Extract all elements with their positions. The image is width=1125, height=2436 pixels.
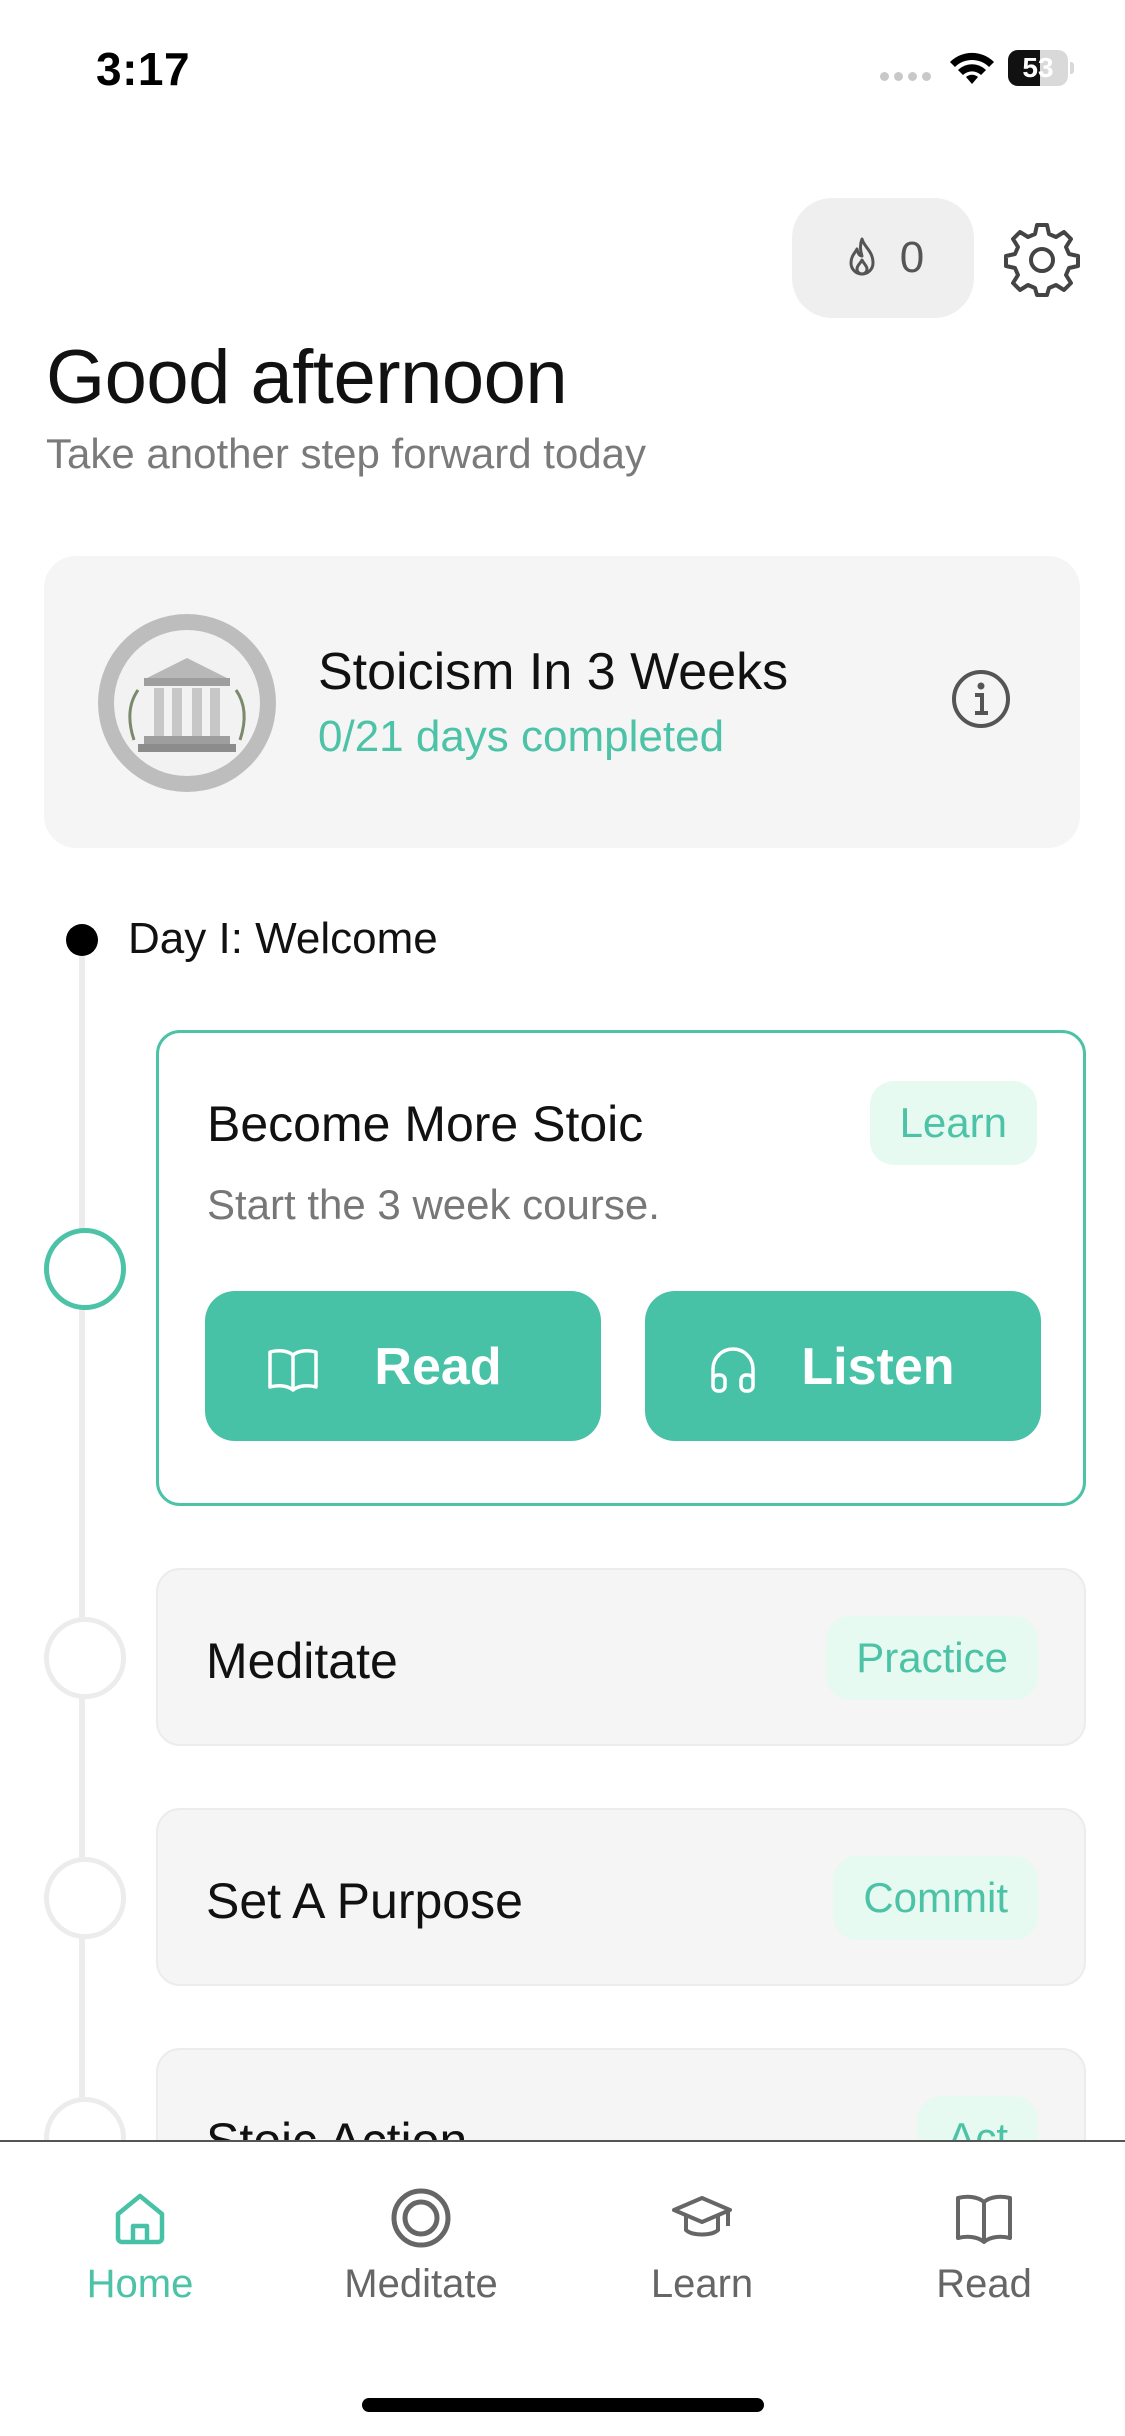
home-indicator	[362, 2398, 764, 2412]
tab-learn[interactable]: Learn	[602, 2186, 802, 2326]
task-status-circle[interactable]	[44, 1228, 126, 1310]
cellular-signal-icon	[880, 72, 934, 84]
timeline-line	[79, 940, 85, 2140]
streak-count: 0	[899, 233, 925, 282]
tab-label: Read	[936, 2262, 1032, 2306]
task-card-set-a-purpose[interactable]: Set A Purpose Commit	[156, 1808, 1086, 1986]
read-button[interactable]: Read	[205, 1291, 601, 1441]
tab-label: Learn	[650, 2262, 754, 2306]
task-card-meditate[interactable]: Meditate Practice	[156, 1568, 1086, 1746]
day-marker	[66, 924, 98, 956]
task-tag: Commit	[833, 1856, 1038, 1940]
tab-bar: Home Meditate Learn Read	[0, 2140, 1125, 2436]
course-card[interactable]: Stoicism In 3 Weeks 0/21 days completed	[44, 556, 1080, 848]
task-tag: Learn	[869, 1081, 1037, 1165]
status-time: 3:17	[96, 43, 191, 95]
task-title: Become More Stoic	[207, 1096, 644, 1152]
task-card-become-more-stoic[interactable]: Become More Stoic Learn Start the 3 week…	[156, 1030, 1086, 1506]
course-title: Stoicism In 3 Weeks	[318, 643, 789, 701]
task-status-circle[interactable]	[44, 1617, 126, 1699]
status-bar: 3:17 53	[0, 0, 1125, 140]
graduation-cap-icon	[672, 2196, 732, 2237]
task-title: Set A Purpose	[206, 1873, 523, 1929]
greeting-title: Good afternoon	[46, 335, 568, 420]
greek-temple-emblem	[98, 614, 276, 792]
book-open-icon	[956, 2194, 1012, 2244]
streak-button[interactable]: 0	[792, 198, 974, 318]
flame-icon	[849, 237, 875, 276]
day-label: Day I: Welcome	[128, 914, 438, 963]
course-progress: 0/21 days completed	[318, 712, 725, 761]
tab-meditate[interactable]: Meditate	[321, 2186, 521, 2326]
home-icon	[115, 2193, 165, 2245]
task-description: Start the 3 week course.	[207, 1181, 660, 1228]
task-title: Meditate	[206, 1633, 398, 1689]
read-button-label: Read	[374, 1338, 502, 1396]
tab-label: Home	[86, 2262, 194, 2306]
listen-button[interactable]: Listen	[645, 1291, 1041, 1441]
task-status-circle[interactable]	[44, 1857, 126, 1939]
tab-label: Meditate	[344, 2262, 498, 2306]
target-icon	[391, 2188, 451, 2248]
greeting-subtitle: Take another step forward today	[46, 430, 647, 477]
listen-button-label: Listen	[801, 1338, 955, 1396]
tab-home[interactable]: Home	[40, 2186, 240, 2326]
gear-icon[interactable]	[1004, 222, 1080, 298]
battery-icon: 53	[1008, 50, 1074, 86]
tab-read[interactable]: Read	[884, 2186, 1084, 2326]
task-tag: Practice	[826, 1616, 1038, 1700]
battery-percent: 53	[1022, 52, 1054, 83]
info-icon[interactable]	[950, 668, 1012, 730]
wifi-icon	[950, 52, 994, 84]
